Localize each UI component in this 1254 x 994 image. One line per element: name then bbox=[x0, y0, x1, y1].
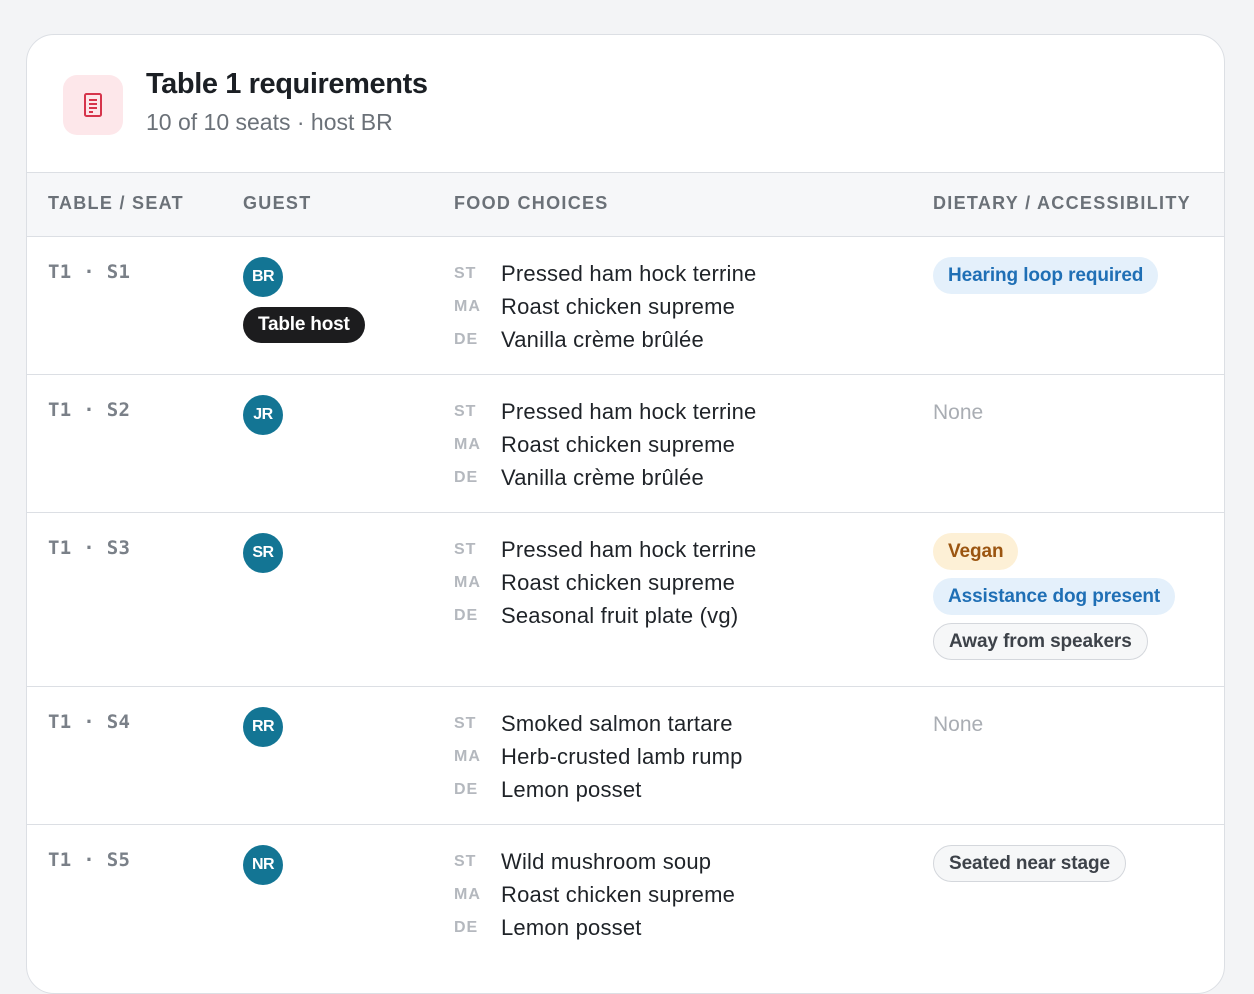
dietary-cell: Vegan Assistance dog present Away from s… bbox=[933, 533, 1176, 668]
course-label: MA bbox=[454, 435, 481, 453]
course-label: MA bbox=[454, 885, 481, 903]
requirements-card: Table 1 requirements 10 of 10 seats · ho… bbox=[26, 34, 1225, 994]
course-label: DE bbox=[454, 918, 479, 936]
main-dish: Roast chicken supreme bbox=[501, 881, 736, 907]
food-choices: ST Pressed ham hock terrine MA Roast chick… bbox=[454, 395, 756, 494]
table-row[interactable]: T1 · S5 NR ST Wild mushroom soup MA Roast … bbox=[27, 825, 1224, 965]
seating-tag: Away from speakers bbox=[933, 623, 1148, 660]
guest-cell: NR bbox=[243, 845, 283, 885]
main-dish: Herb-crusted lamb rump bbox=[501, 743, 743, 769]
dietary-cell: None bbox=[933, 707, 983, 737]
column-header-food[interactable]: FOOD CHOICES bbox=[454, 173, 609, 237]
receipt-icon bbox=[63, 75, 123, 135]
table-row[interactable]: T1 · S2 JR ST Pressed ham hock terrine MA… bbox=[27, 375, 1224, 513]
guest-cell: JR bbox=[243, 395, 283, 435]
main-dish: Roast chicken supreme bbox=[501, 569, 736, 595]
table-host-badge: Table host bbox=[243, 307, 365, 343]
table-row[interactable]: T1 · S4 RR ST Smoked salmon tartare MA Her… bbox=[27, 687, 1224, 825]
accessibility-tag: Hearing loop required bbox=[933, 257, 1159, 294]
course-label: DE bbox=[454, 330, 479, 348]
food-choices: ST Pressed ham hock terrine MA Roast chick… bbox=[454, 257, 756, 356]
guest-cell: BR Table host bbox=[243, 257, 365, 343]
course-label: ST bbox=[454, 402, 477, 420]
table-row[interactable]: T1 · S3 SR ST Pressed ham hock terrine MA… bbox=[27, 513, 1224, 687]
starter-dish: Wild mushroom soup bbox=[501, 848, 712, 874]
seat-label: T1 · S5 bbox=[48, 849, 131, 871]
avatar[interactable]: BR bbox=[243, 257, 283, 297]
accessibility-tag: Assistance dog present bbox=[933, 578, 1176, 615]
column-header-seat[interactable]: TABLE / SEAT bbox=[48, 173, 184, 237]
avatar[interactable]: NR bbox=[243, 845, 283, 885]
seat-label: T1 · S3 bbox=[48, 537, 131, 559]
card-header: Table 1 requirements 10 of 10 seats · ho… bbox=[27, 35, 1224, 173]
no-requirements-text: None bbox=[933, 713, 984, 736]
page-title: Table 1 requirements bbox=[146, 68, 428, 100]
course-label: DE bbox=[454, 606, 479, 624]
avatar[interactable]: JR bbox=[243, 395, 283, 435]
course-label: DE bbox=[454, 468, 479, 486]
seating-tag: Seated near stage bbox=[933, 845, 1126, 882]
starter-dish: Pressed ham hock terrine bbox=[501, 398, 757, 424]
course-label: MA bbox=[454, 573, 481, 591]
avatar[interactable]: RR bbox=[243, 707, 283, 747]
dietary-cell: Seated near stage bbox=[933, 845, 1126, 890]
course-label: ST bbox=[454, 264, 477, 282]
main-dish: Roast chicken supreme bbox=[501, 293, 736, 319]
seat-label: T1 · S4 bbox=[48, 711, 131, 733]
dietary-cell: None bbox=[933, 395, 983, 425]
food-choices: ST Pressed ham hock terrine MA Roast chick… bbox=[454, 533, 756, 632]
dessert-dish: Lemon posset bbox=[501, 776, 642, 802]
avatar[interactable]: SR bbox=[243, 533, 283, 573]
seat-label: T1 · S2 bbox=[48, 399, 131, 421]
seat-label: T1 · S1 bbox=[48, 261, 131, 283]
course-label: ST bbox=[454, 714, 477, 732]
table-header: TABLE / SEAT GUEST FOOD CHOICES DIETARY … bbox=[27, 173, 1224, 237]
course-label: DE bbox=[454, 780, 479, 798]
starter-dish: Smoked salmon tartare bbox=[501, 710, 733, 736]
dessert-dish: Vanilla crème brûlée bbox=[501, 464, 704, 490]
dessert-dish: Seasonal fruit plate (vg) bbox=[501, 602, 739, 628]
column-header-guest[interactable]: GUEST bbox=[243, 173, 312, 237]
food-choices: ST Wild mushroom soup MA Roast chicken sup… bbox=[454, 845, 735, 944]
dietary-cell: Hearing loop required bbox=[933, 257, 1159, 302]
course-label: MA bbox=[454, 297, 481, 315]
page-subtitle: 10 of 10 seats · host BR bbox=[146, 109, 393, 135]
main-dish: Roast chicken supreme bbox=[501, 431, 736, 457]
table-row[interactable]: T1 · S1 BR Table host ST Pressed ham hock… bbox=[27, 237, 1224, 375]
dessert-dish: Lemon posset bbox=[501, 914, 642, 940]
no-requirements-text: None bbox=[933, 401, 984, 424]
course-label: ST bbox=[454, 852, 477, 870]
dietary-tag: Vegan bbox=[933, 533, 1019, 570]
dessert-dish: Vanilla crème brûlée bbox=[501, 326, 704, 352]
guest-cell: SR bbox=[243, 533, 283, 573]
starter-dish: Pressed ham hock terrine bbox=[501, 260, 757, 286]
starter-dish: Pressed ham hock terrine bbox=[501, 536, 757, 562]
course-label: ST bbox=[454, 540, 477, 558]
food-choices: ST Smoked salmon tartare MA Herb-crusted l… bbox=[454, 707, 743, 806]
column-header-dietary[interactable]: DIETARY / ACCESSIBILITY bbox=[933, 173, 1191, 237]
course-label: MA bbox=[454, 747, 481, 765]
guest-cell: RR bbox=[243, 707, 283, 747]
